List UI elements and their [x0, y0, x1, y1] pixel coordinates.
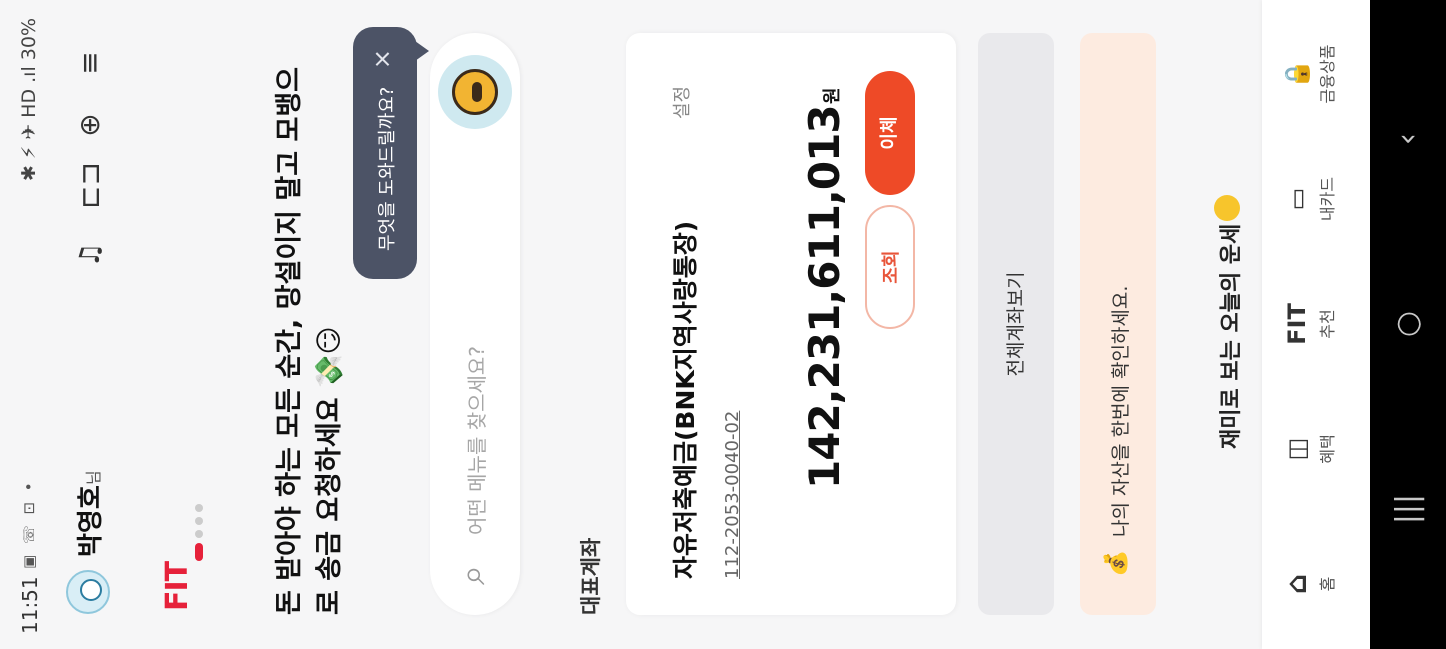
zoom-search-icon[interactable]: ⊕ [70, 105, 110, 145]
nav-label: 홈 [1318, 576, 1337, 592]
notification-icons: ▣ ☏ ⊡ • [20, 479, 38, 569]
asset-banner[interactable]: 💰 나의 자산을 한번에 확인하세요. [1080, 33, 1156, 615]
transfer-button[interactable]: 이체 [865, 71, 915, 195]
tooltip-text: 무엇을 도와드릴까요? [377, 86, 398, 251]
screen: 11:51 ▣ ☏ ⊡ • ✱ ⚡ ✈ HD .ıl 30% 박영호 님 ♫ ⊏… [0, 0, 1446, 649]
nav-label: 혜택 [1318, 434, 1337, 464]
status-time: 11:51 [18, 576, 42, 634]
avatar[interactable] [66, 570, 110, 614]
nav-benefits[interactable]: ◫ 혜택 [1280, 399, 1338, 499]
nav-label: 추천 [1318, 309, 1337, 339]
system-status-icons: ✱ ⚡ ✈ HD .ıl 30% [18, 18, 40, 182]
recent-apps-icon[interactable]: ||| [1388, 479, 1428, 539]
section-title: 대표계좌 [579, 537, 603, 615]
banner-headline[interactable]: 돈 받아야 하는 모든 순간, 망설이지 말고 모뱅으로 송금 요청하세요 💸😏 [270, 55, 350, 615]
card-icon: ▭ [1283, 187, 1311, 211]
nav-home[interactable]: ⌂ 홈 [1280, 534, 1338, 634]
view-all-accounts-button[interactable]: 전체계좌보기 [978, 33, 1054, 615]
currency-unit: 원 [822, 87, 843, 104]
fit-icon: FIT [1283, 303, 1311, 345]
home-icon: ⌂ [1280, 573, 1313, 595]
nav-label: 내카드 [1318, 176, 1337, 222]
assistant-character-icon[interactable] [438, 55, 512, 129]
account-balance: 142,231,611,013 [800, 105, 849, 489]
username: 박영호 [76, 485, 106, 557]
phone-screen: 11:51 ▣ ☏ ⊡ • ✱ ⚡ ✈ HD .ıl 30% 박영호 님 ♫ ⊏… [0, 0, 1446, 649]
gift-icon: ◫ [1283, 437, 1311, 461]
nav-recommend[interactable]: FIT 추천 [1280, 274, 1338, 374]
status-bar: 11:51 ▣ ☏ ⊡ • ✱ ⚡ ✈ HD .ıl 30% [0, 0, 62, 649]
asset-banner-text: 나의 자산을 한번에 확인하세요. [1110, 285, 1132, 537]
fortune-text[interactable]: 재미로 보는 오늘의 운세 [1213, 224, 1245, 449]
smile-icon [1214, 195, 1240, 221]
bell-icon[interactable]: ♫ [70, 235, 110, 275]
nav-financial-products[interactable]: 🔒 금융상품 [1280, 24, 1338, 124]
scan-icon[interactable]: ⊏⊐ [70, 162, 110, 209]
bag-icon: 🔒 [1283, 59, 1311, 89]
home-button-icon[interactable]: ○ [1388, 294, 1428, 354]
username-suffix: 님 [84, 470, 103, 485]
back-icon[interactable]: ‹ [1388, 109, 1428, 169]
settings-link[interactable]: 설정 [668, 86, 694, 119]
account-number[interactable]: 112-2053-0040-02 [722, 411, 743, 579]
menu-icon[interactable]: ≡ [70, 43, 110, 83]
search-input[interactable]: 어떤 메뉴를 찾으세요? [461, 346, 490, 535]
account-name[interactable]: 자유저축예금(BNK지역사랑통장) [666, 221, 702, 579]
assistant-tooltip: 무엇을 도와드릴까요? × [353, 27, 417, 279]
search-icon: ⌕ [452, 564, 493, 585]
banner-pagination[interactable] [188, 499, 207, 561]
money-bag-icon: 💰 [1104, 549, 1129, 577]
close-icon[interactable]: × [368, 49, 396, 69]
inquiry-button[interactable]: 조회 [865, 205, 915, 329]
fit-logo: FIT [160, 561, 195, 611]
nav-label: 금융상품 [1318, 44, 1337, 104]
nav-my-card[interactable]: ▭ 내카드 [1280, 149, 1338, 249]
